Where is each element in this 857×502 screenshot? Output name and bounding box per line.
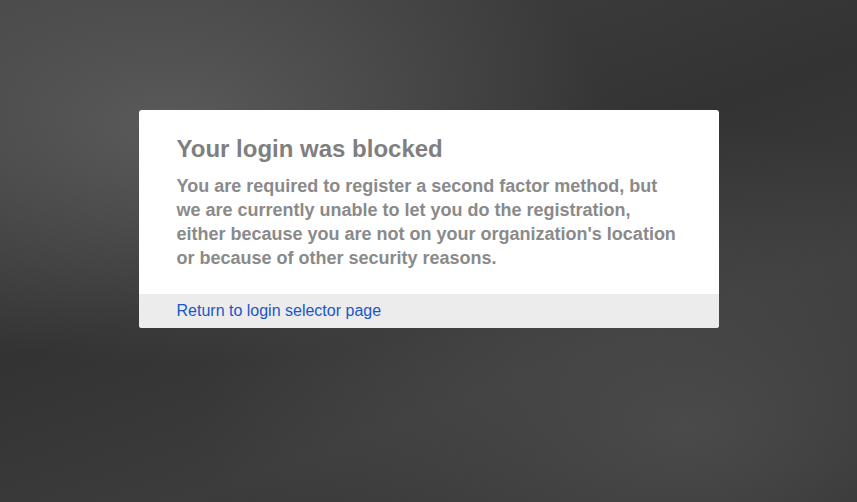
blocked-dialog: Your login was blocked You are required … xyxy=(139,110,719,328)
login-blocked-page: Your login was blocked You are required … xyxy=(0,0,857,502)
dialog-footer: Return to login selector page xyxy=(139,294,719,328)
return-link[interactable]: Return to login selector page xyxy=(177,302,382,319)
dialog-title: Your login was blocked xyxy=(177,134,681,164)
dialog-content: Your login was blocked You are required … xyxy=(139,110,719,294)
dialog-message: You are required to register a second fa… xyxy=(177,174,681,270)
dialog-area: Your login was blocked You are required … xyxy=(0,0,857,328)
